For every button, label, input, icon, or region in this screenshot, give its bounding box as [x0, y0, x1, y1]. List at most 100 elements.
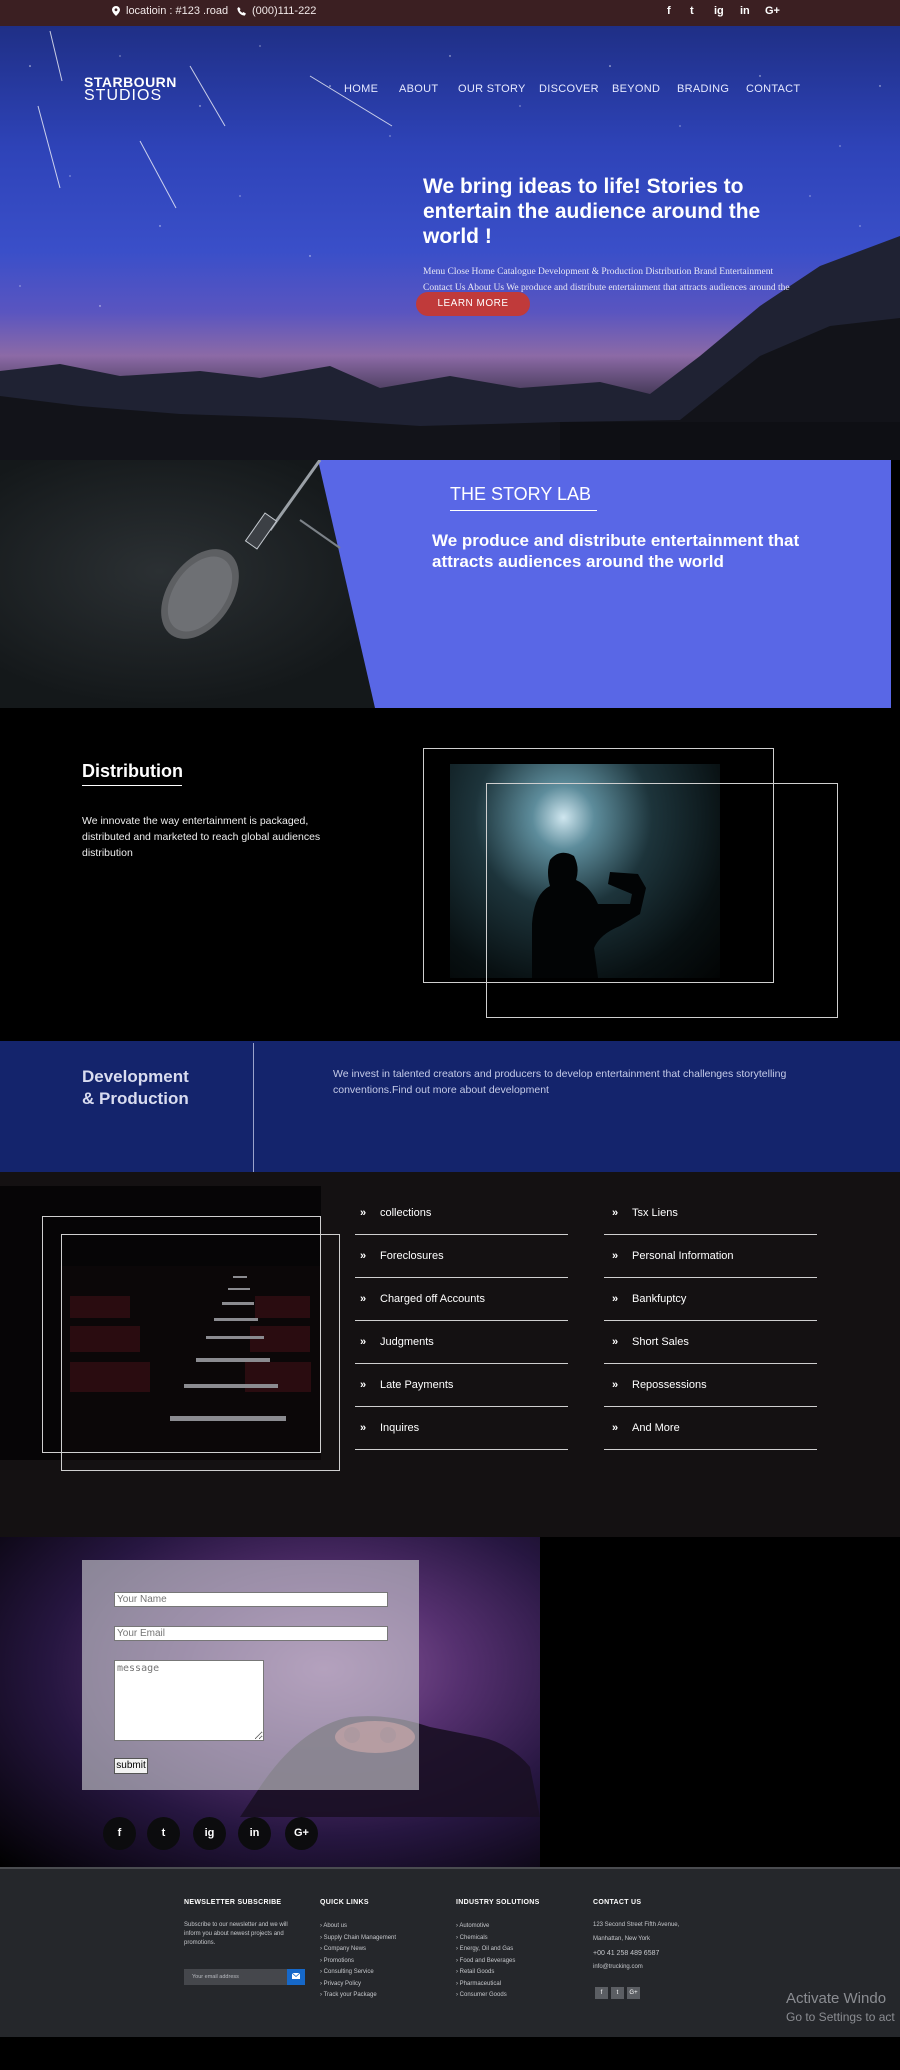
- double-chevron-icon: »: [612, 1207, 618, 1219]
- list-item[interactable]: » Foreclosures: [360, 1250, 444, 1262]
- footer-link[interactable]: › Energy, Oil and Gas: [456, 1944, 515, 1956]
- phone-icon: [237, 6, 246, 16]
- watermark-line-1: Activate Windo: [786, 1990, 887, 2007]
- brand-logo[interactable]: STARBOURN STUDIOS: [84, 75, 177, 104]
- hero-section: STARBOURN STUDIOS HOME ABOUT OUR STORY D…: [0, 26, 900, 460]
- nav-about[interactable]: ABOUT: [399, 83, 438, 95]
- nav-beyond[interactable]: BEYOND: [612, 83, 660, 95]
- instagram-icon[interactable]: ig: [193, 1817, 226, 1850]
- list-item-label: Charged off Accounts: [380, 1293, 485, 1305]
- contact-heading: CONTACT US: [593, 1899, 642, 1906]
- google-plus-icon[interactable]: G+: [285, 1817, 318, 1850]
- footer-link[interactable]: › Food and Beverages: [456, 1956, 515, 1968]
- nav-brading[interactable]: BRADING: [677, 83, 729, 95]
- footer-link[interactable]: › Company News: [320, 1944, 396, 1956]
- development-text: We invest in talented creators and produ…: [333, 1068, 787, 1096]
- list-divider: [604, 1449, 817, 1450]
- nav-home[interactable]: HOME: [344, 83, 378, 95]
- contact-form: submit: [82, 1560, 419, 1790]
- industry-heading: INDUSTRY SOLUTIONS: [456, 1899, 540, 1906]
- message-textarea[interactable]: [114, 1660, 264, 1741]
- development-title: Development & Production: [82, 1066, 189, 1110]
- theater-frame-offset: [61, 1234, 340, 1471]
- twitter-icon[interactable]: t: [147, 1817, 180, 1850]
- facebook-icon[interactable]: f: [103, 1817, 136, 1850]
- list-item-label: Foreclosures: [380, 1250, 444, 1262]
- double-chevron-icon: »: [360, 1207, 366, 1219]
- story-lab-panel: [318, 460, 900, 708]
- learn-more-button[interactable]: LEARN MORE: [416, 292, 530, 316]
- double-chevron-icon: »: [360, 1293, 366, 1305]
- list-item-label: Personal Information: [632, 1250, 734, 1262]
- nav-discover[interactable]: DISCOVER: [539, 83, 599, 95]
- list-item[interactable]: » Charged off Accounts: [360, 1293, 485, 1305]
- development-divider: [253, 1043, 254, 1184]
- location-text: locatioin : #123 .road: [126, 5, 229, 17]
- footer-link[interactable]: › Retail Goods: [456, 1967, 515, 1979]
- development-title-line-1: Development: [82, 1067, 189, 1086]
- footer-link[interactable]: › Privacy Policy: [320, 1979, 396, 1991]
- instagram-icon[interactable]: ig: [714, 5, 724, 17]
- linkedin-icon[interactable]: in: [740, 5, 750, 17]
- footer: NEWSLETTER SUBSCRIBE Subscribe to our ne…: [0, 1867, 900, 2037]
- double-chevron-icon: »: [612, 1293, 618, 1305]
- linkedin-icon[interactable]: in: [238, 1817, 271, 1850]
- list-item[interactable]: » Personal Information: [612, 1250, 734, 1262]
- list-item[interactable]: » Bankfuptcy: [612, 1293, 686, 1305]
- list-divider: [355, 1320, 568, 1321]
- nav-contact[interactable]: CONTACT: [746, 83, 800, 95]
- list-item[interactable]: » Late Payments: [360, 1379, 453, 1391]
- story-lab-underline: [450, 510, 597, 511]
- double-chevron-icon: »: [612, 1379, 618, 1391]
- footer-link[interactable]: › Pharmaceutical: [456, 1979, 515, 1991]
- distribution-underline: [82, 785, 182, 786]
- footer-link[interactable]: › Track your Package: [320, 1990, 396, 2002]
- contact-section: submit f t ig in G+: [0, 1537, 900, 1867]
- newsletter-email-input[interactable]: Your email address: [184, 1969, 287, 1985]
- newsletter-submit-button[interactable]: [287, 1969, 305, 1985]
- list-item-label: Late Payments: [380, 1379, 454, 1391]
- footer-link[interactable]: › Consulting Service: [320, 1967, 396, 1979]
- double-chevron-icon: »: [612, 1422, 618, 1434]
- nav-our-story[interactable]: OUR STORY: [458, 83, 526, 95]
- list-divider: [604, 1406, 817, 1407]
- phone-text: (000)111-222: [252, 5, 317, 17]
- list-item[interactable]: » Inquires: [360, 1422, 419, 1434]
- footer-link[interactable]: › Consumer Goods: [456, 1990, 515, 2002]
- facebook-icon[interactable]: f: [595, 1987, 608, 1999]
- google-plus-icon[interactable]: G+: [765, 5, 780, 17]
- facebook-icon[interactable]: f: [667, 5, 671, 17]
- submit-button[interactable]: submit: [114, 1758, 148, 1774]
- footer-link[interactable]: › Supply Chain Management: [320, 1933, 396, 1945]
- microphone-icon: [161, 460, 341, 639]
- list-divider: [604, 1320, 817, 1321]
- list-item[interactable]: » Short Sales: [612, 1336, 689, 1348]
- list-item[interactable]: » Tsx Liens: [612, 1207, 678, 1219]
- list-item[interactable]: » And More: [612, 1422, 680, 1434]
- distribution-frame-offset: [486, 783, 838, 1018]
- contact-phone: +00 41 258 489 6587: [593, 1950, 660, 1957]
- list-item[interactable]: » Judgments: [360, 1336, 434, 1348]
- footer-link[interactable]: › Automotive: [456, 1921, 515, 1933]
- email-input[interactable]: [114, 1626, 388, 1641]
- footer-link[interactable]: › About us: [320, 1921, 396, 1933]
- map-pin-icon: [112, 6, 120, 16]
- list-item[interactable]: » Repossessions: [612, 1379, 707, 1391]
- footer-link[interactable]: › Promotions: [320, 1956, 396, 1968]
- list-divider: [604, 1277, 817, 1278]
- list-item-label: collections: [380, 1207, 432, 1219]
- google-plus-icon[interactable]: G+: [627, 1987, 640, 1999]
- list-divider: [604, 1234, 817, 1235]
- footer-link[interactable]: › Chemicals: [456, 1933, 515, 1945]
- list-item[interactable]: » collections: [360, 1207, 431, 1219]
- twitter-icon[interactable]: t: [690, 5, 694, 17]
- location-info: locatioin : #123 .road: [112, 5, 228, 17]
- list-item-label: Tsx Liens: [632, 1207, 678, 1219]
- name-input[interactable]: [114, 1592, 388, 1607]
- list-divider: [604, 1363, 817, 1364]
- list-item-label: Judgments: [380, 1336, 434, 1348]
- development-title-line-2: & Production: [82, 1089, 189, 1108]
- contact-email[interactable]: info@trucking.com: [593, 1963, 643, 1972]
- list-divider: [355, 1449, 568, 1450]
- twitter-icon[interactable]: t: [611, 1987, 624, 1999]
